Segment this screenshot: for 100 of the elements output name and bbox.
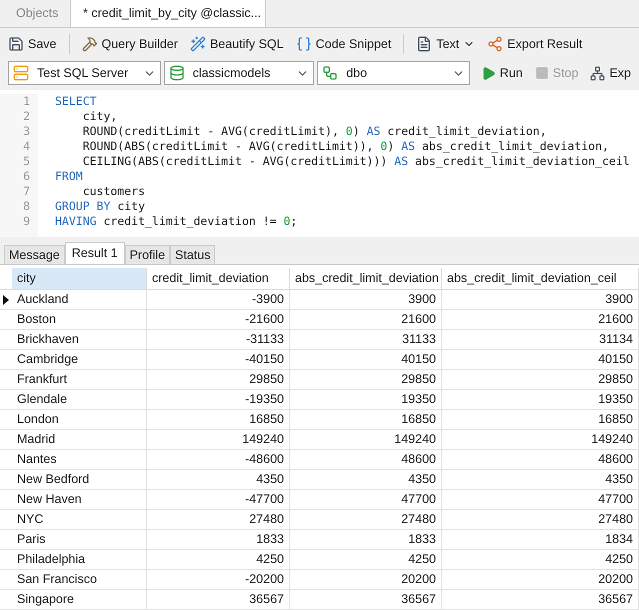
line-number: 9: [23, 214, 30, 229]
table-cell: -31133: [147, 330, 290, 349]
table-cell: 36567: [147, 590, 290, 609]
table-cell: 47700: [442, 490, 639, 509]
table-cell: New Haven: [12, 490, 147, 509]
result-tab[interactable]: Status: [170, 245, 216, 264]
table-cell: 4350: [290, 470, 442, 489]
table-cell: 29850: [147, 370, 290, 389]
code-line: FROM: [55, 169, 84, 184]
table-cell: 19350: [442, 390, 639, 409]
code-line: GROUP BY city: [55, 199, 146, 214]
toolbar-button[interactable]: Export Result: [487, 34, 582, 54]
table-cell: Madrid: [12, 430, 147, 449]
run-control-button[interactable]: Run: [480, 64, 523, 82]
table-cell: -21600: [147, 310, 290, 329]
toolbar-button[interactable]: Save: [8, 34, 56, 54]
table-cell: 40150: [442, 350, 639, 369]
result-tab[interactable]: Profile: [124, 245, 170, 264]
table-cell: 16850: [442, 410, 639, 429]
run-control-button[interactable]: Exp: [590, 64, 631, 82]
table-cell: 48600: [442, 450, 639, 469]
document-icon: [416, 36, 432, 52]
table-cell: 19350: [290, 390, 442, 409]
diagram-icon: [590, 66, 606, 80]
toolbar-button[interactable]: Beautify SQL: [190, 34, 284, 54]
toolbar-button[interactable]: Query Builder: [82, 34, 178, 54]
table-cell: London: [12, 410, 147, 429]
line-number: 6: [23, 169, 30, 184]
table-cell: 47700: [290, 490, 442, 509]
table-cell: 1833: [290, 530, 442, 549]
document-tab[interactable]: * credit_limit_by_city @classic...: [70, 0, 266, 27]
code-line: ROUND(ABS(creditLimit - AVG(creditLimit)), 0) AS abs_credit_limit_deviation,: [82, 139, 610, 154]
line-number: 4: [23, 139, 30, 154]
table-cell: 27480: [147, 510, 290, 529]
table-cell: Paris: [12, 530, 147, 549]
table-cell: Glendale: [12, 390, 147, 409]
table-cell: Brickhaven: [12, 330, 147, 349]
toolbar-button[interactable]: Text: [416, 34, 476, 54]
column-header[interactable]: city: [12, 268, 147, 289]
table-cell: Frankfurt: [12, 370, 147, 389]
result-tab[interactable]: Message: [4, 245, 65, 264]
table-cell: Singapore: [12, 590, 147, 609]
table-cell: -19350: [147, 390, 290, 409]
table-cell: 20200: [442, 570, 639, 589]
table-cell: NYC: [12, 510, 147, 529]
table-cell: 36567: [442, 590, 639, 609]
connection-dropdown[interactable]: Test SQL Server: [8, 61, 161, 85]
table-cell: 149240: [290, 430, 442, 449]
table-cell: 31133: [290, 330, 442, 349]
magic-wand-icon: [190, 36, 206, 52]
code-line: ROUND(creditLimit - AVG(creditLimit), 0) AS credit_limit_deviation,: [82, 124, 548, 139]
table-cell: -3900: [147, 290, 290, 309]
connection-dropdown[interactable]: dbo: [317, 61, 470, 85]
table-cell: -47700: [147, 490, 290, 509]
table-cell: 40150: [290, 350, 442, 369]
stop-icon: [534, 66, 549, 80]
table-cell: Cambridge: [12, 350, 147, 369]
save-icon: [8, 36, 24, 52]
table-cell: 1834: [442, 530, 639, 549]
table-cell: 16850: [290, 410, 442, 429]
table-cell: 27480: [442, 510, 639, 529]
table-cell: 31134: [442, 330, 639, 349]
toolbar-button[interactable]: Code Snippet: [296, 34, 392, 54]
line-number: 1: [23, 94, 30, 109]
table-cell: 20200: [290, 570, 442, 589]
table-cell: 149240: [442, 430, 639, 449]
server-icon: [13, 65, 29, 81]
hierarchy-icon: [322, 65, 338, 81]
table-cell: 21600: [290, 310, 442, 329]
table-cell: 3900: [290, 290, 442, 309]
table-cell: 4250: [147, 550, 290, 569]
table-cell: Nantes: [12, 450, 147, 469]
table-cell: 4350: [147, 470, 290, 489]
table-cell: 3900: [442, 290, 639, 309]
result-tab[interactable]: Result 1: [64, 242, 125, 264]
table-cell: 48600: [290, 450, 442, 469]
play-icon: [480, 66, 496, 80]
table-cell: Auckland: [12, 290, 147, 309]
table-cell: 4250: [290, 550, 442, 569]
connection-dropdown[interactable]: classicmodels: [164, 61, 314, 85]
table-cell: -20200: [147, 570, 290, 589]
line-number: 3: [23, 124, 30, 139]
table-cell: 1833: [147, 530, 290, 549]
hammer-icon: [82, 36, 98, 52]
line-number: 5: [23, 154, 30, 169]
code-line: SELECT: [55, 94, 98, 109]
table-cell: Philadelphia: [12, 550, 147, 569]
row-pointer-icon: [3, 294, 9, 304]
code-line: HAVING credit_limit_deviation != 0;: [55, 214, 298, 229]
line-number: 8: [23, 199, 30, 214]
code-line: customers: [82, 184, 146, 199]
database-icon: [168, 65, 185, 81]
table-cell: San Francisco: [12, 570, 147, 589]
table-cell: 21600: [442, 310, 639, 329]
table-cell: 27480: [290, 510, 442, 529]
table-cell: 36567: [290, 590, 442, 609]
table-cell: New Bedford: [12, 470, 147, 489]
table-cell: 29850: [442, 370, 639, 389]
code-line: city,: [82, 109, 118, 124]
table-cell: -48600: [147, 450, 290, 469]
